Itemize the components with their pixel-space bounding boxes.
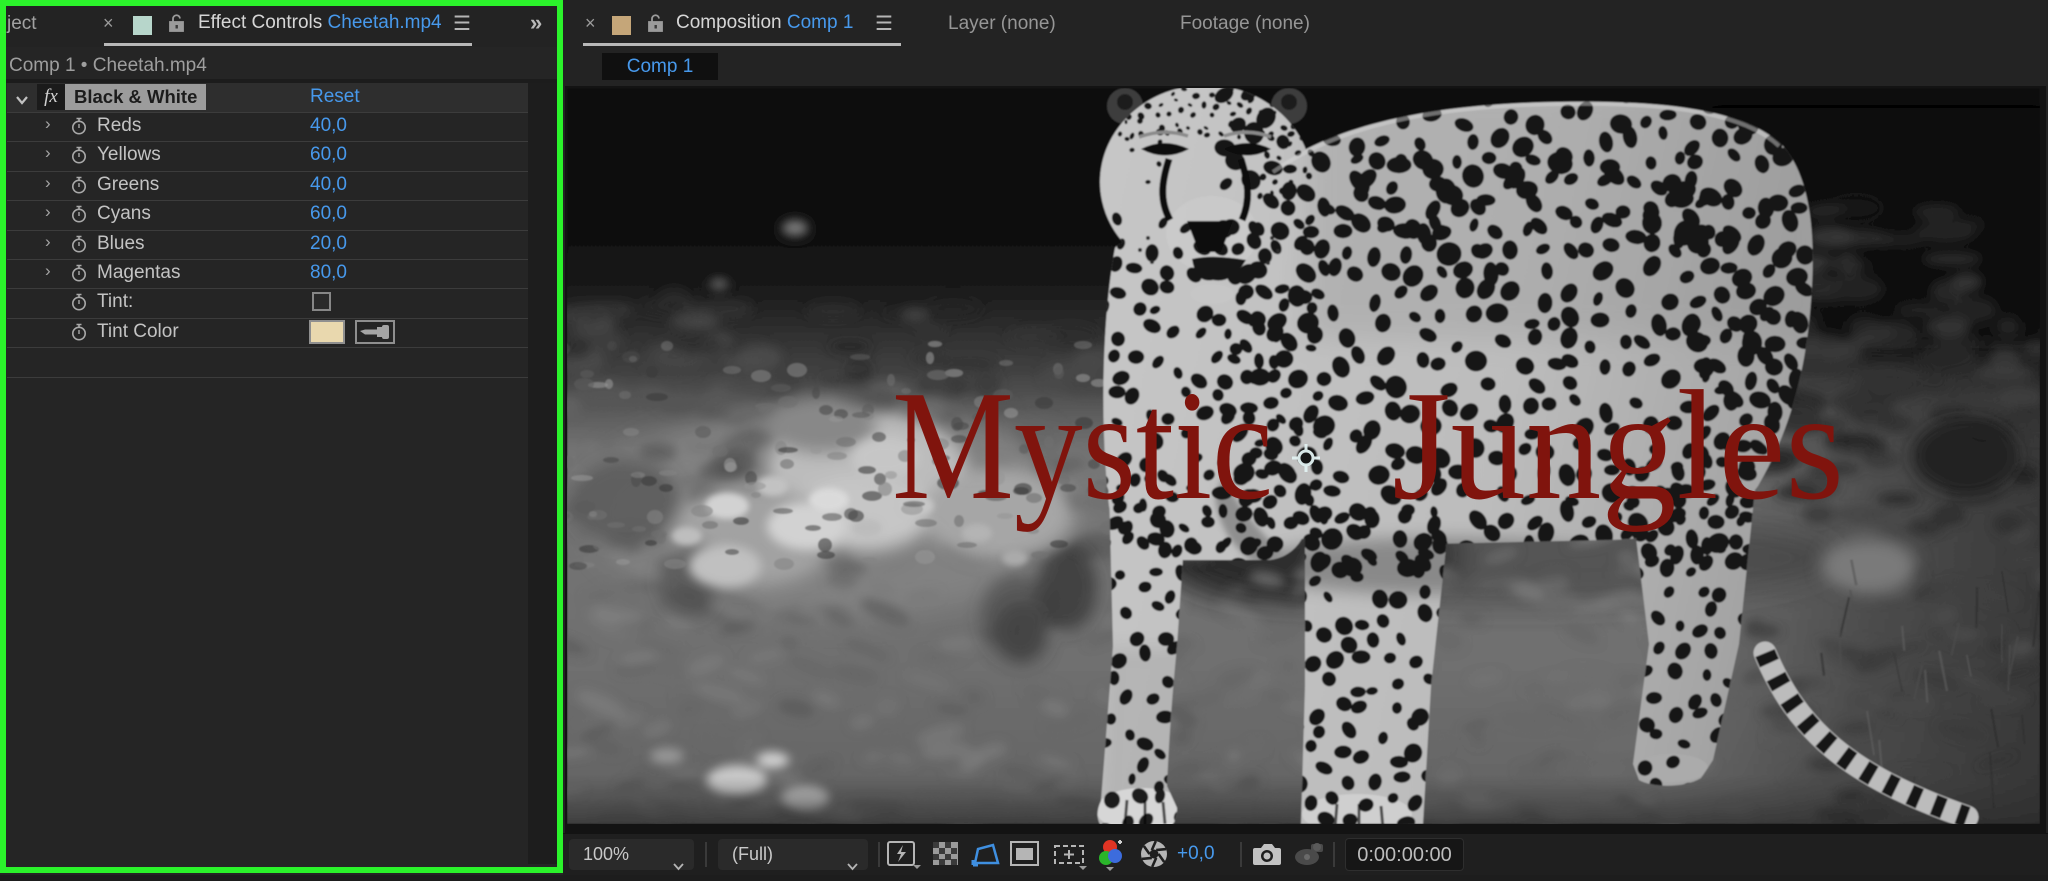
svg-text:Jungles: Jungles <box>1392 358 1844 532</box>
svg-text:Mystic: Mystic <box>892 358 1273 532</box>
